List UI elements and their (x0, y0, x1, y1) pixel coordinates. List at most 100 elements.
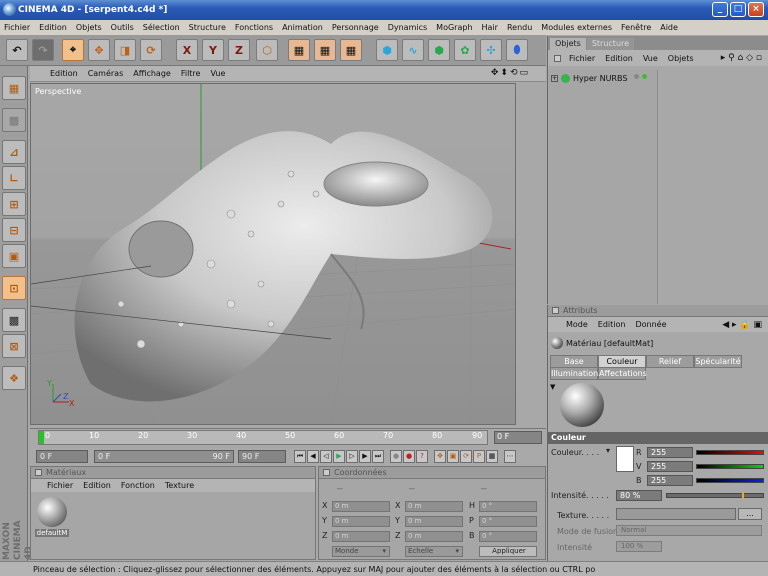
dropdown-arrow-icon[interactable]: ▾ (606, 446, 610, 455)
mat-menu-fonction[interactable]: Fonction (121, 481, 155, 490)
timeline-playhead[interactable] (39, 431, 44, 444)
attr-menu-mode[interactable]: Mode (566, 320, 588, 329)
expand-icon[interactable]: + (551, 75, 558, 82)
r-slider[interactable] (696, 450, 764, 455)
menu-mograph[interactable]: MoGraph (436, 23, 472, 32)
tab-structure[interactable]: Structure (586, 38, 635, 50)
key-rotation-icon[interactable]: ⟳ (460, 450, 472, 463)
texture-mode-icon[interactable]: ▩ (2, 108, 26, 132)
axis-mode-icon[interactable]: ∟ (2, 166, 26, 190)
panel-checkbox[interactable] (552, 307, 559, 314)
model-mode-icon[interactable]: ▦ (2, 76, 26, 100)
pos-x-field[interactable]: 0 m (332, 501, 390, 512)
coord-scale-select[interactable]: Echelle ▾ (405, 546, 463, 557)
viewport-nav-icons[interactable]: ✥⬍⟲▭ (491, 68, 530, 78)
snap-icon[interactable]: ❖ (2, 366, 26, 390)
edges-mode-icon[interactable]: ⊟ (2, 218, 26, 242)
attr-menu-edition[interactable]: Edition (598, 320, 626, 329)
end-frame-field[interactable]: 90 F (238, 450, 286, 463)
obj-menu-edition[interactable]: Edition (605, 54, 633, 63)
object-flags[interactable] (634, 74, 647, 79)
size-y-field[interactable]: 0 m (405, 516, 463, 527)
panel-checkbox[interactable] (323, 469, 330, 476)
menu-selection[interactable]: Sélection (143, 23, 180, 32)
tab-relief[interactable]: Relief (646, 355, 694, 368)
next-frame-icon[interactable]: ▷ (346, 450, 358, 463)
range-slider[interactable]: 0 F 90 F (94, 450, 234, 463)
menu-hair[interactable]: Hair (482, 23, 498, 32)
selection-tool-icon[interactable]: ⌖ (62, 39, 84, 61)
deformer-icon[interactable]: ✣ (480, 39, 502, 61)
z-axis-lock[interactable]: Z (228, 39, 250, 61)
menu-structure[interactable]: Structure (189, 23, 226, 32)
rot-h-field[interactable]: 0 ° (479, 501, 537, 512)
record-icon[interactable]: ● (403, 450, 415, 463)
material-thumb[interactable]: defaultM (35, 497, 69, 541)
maximize-button[interactable]: □ (730, 2, 746, 17)
obj-menu-fichier[interactable]: Fichier (569, 54, 595, 63)
rot-b-field[interactable]: 0 ° (479, 531, 537, 542)
prev-frame-icon[interactable]: ◁ (320, 450, 332, 463)
scale-tool-icon[interactable]: ◨ (114, 39, 136, 61)
panel-checkbox[interactable] (35, 469, 42, 476)
coord-mode-select[interactable]: Monde ▾ (332, 546, 390, 557)
menu-fenetre[interactable]: Fenêtre (621, 23, 651, 32)
search-icon[interactable]: ▸ ⚲ ⌂ ◇ ▫ (721, 53, 762, 63)
key-param-icon[interactable]: P (473, 450, 485, 463)
tab-objets[interactable]: Objets (550, 38, 586, 50)
timeline-ruler[interactable]: 0 10 20 30 40 50 60 70 80 90 (38, 430, 488, 445)
texture-field[interactable] (616, 508, 736, 520)
prev-key-icon[interactable]: ◀ (307, 450, 319, 463)
texture-browse-button[interactable]: ... (738, 508, 762, 520)
render-settings-icon[interactable]: ▦ (340, 39, 362, 61)
apply-button[interactable]: Appliquer (479, 546, 537, 557)
size-z-field[interactable]: 0 m (405, 531, 463, 542)
start-frame-field[interactable]: 0 F (36, 450, 88, 463)
menu-fonctions[interactable]: Fonctions (235, 23, 273, 32)
nav-arrows-icon[interactable]: ◀ ▸ 🔒 ▣ (722, 320, 762, 330)
visibility-dot-icon[interactable] (634, 74, 639, 79)
menu-animation[interactable]: Animation (282, 23, 323, 32)
blend-intensity-field[interactable]: 100 % (616, 541, 662, 552)
rotate-tool-icon[interactable]: ⟳ (140, 39, 162, 61)
render-picture-viewer-icon[interactable]: ▦ (314, 39, 336, 61)
tab-illumination[interactable]: Illumination (550, 367, 598, 380)
record-dim-icon[interactable]: ● (390, 450, 402, 463)
tab-specularite[interactable]: Spécularité (694, 355, 742, 368)
vp-menu-vue[interactable]: Vue (210, 69, 225, 78)
points-mode-icon[interactable]: ⊞ (2, 192, 26, 216)
pos-z-field[interactable]: 0 m (332, 531, 390, 542)
b-field[interactable]: 255 (647, 475, 693, 486)
menu-dynamics[interactable]: Dynamics (388, 23, 427, 32)
vp-menu-edition[interactable]: Edition (50, 69, 78, 78)
menu-objets[interactable]: Objets (76, 23, 102, 32)
v-slider[interactable] (696, 464, 764, 469)
move-tool-icon[interactable]: ✥ (88, 39, 110, 61)
rot-p-field[interactable]: 0 ° (479, 516, 537, 527)
menu-personnage[interactable]: Personnage (332, 23, 379, 32)
tree-row[interactable]: + Hyper NURBS (551, 74, 627, 83)
vp-menu-filtre[interactable]: Filtre (181, 69, 201, 78)
intensite-field[interactable]: 80 % (616, 490, 662, 501)
blend-mode-select[interactable]: Normal (616, 525, 762, 536)
key-pla-icon[interactable]: ▦ (486, 450, 498, 463)
object-axis-icon[interactable]: ⊿ (2, 140, 26, 164)
polygons-mode-icon[interactable]: ▣ (2, 244, 26, 268)
menu-outils[interactable]: Outils (111, 23, 134, 32)
paint-selection-icon[interactable]: ⊡ (2, 276, 26, 300)
autokey-icon[interactable]: ? (416, 450, 428, 463)
render-view-icon[interactable]: ▦ (288, 39, 310, 61)
undo-icon[interactable]: ↶ (6, 39, 28, 61)
current-frame-field[interactable]: 0 F (494, 431, 542, 444)
menu-modules[interactable]: Modules externes (541, 23, 612, 32)
b-slider[interactable] (696, 478, 764, 483)
attr-menu-donnee[interactable]: Donnée (635, 320, 666, 329)
viewport[interactable]: Y Z X Perspective (30, 83, 516, 425)
mat-menu-fichier[interactable]: Fichier (47, 481, 73, 490)
next-key-icon[interactable]: ▶ (359, 450, 371, 463)
pos-y-field[interactable]: 0 m (332, 516, 390, 527)
vp-menu-cameras[interactable]: Caméras (88, 69, 124, 78)
obj-menu-vue[interactable]: Vue (643, 54, 658, 63)
preview-menu-icon[interactable]: ▼ (550, 383, 555, 391)
enabled-check-icon[interactable] (642, 74, 647, 79)
